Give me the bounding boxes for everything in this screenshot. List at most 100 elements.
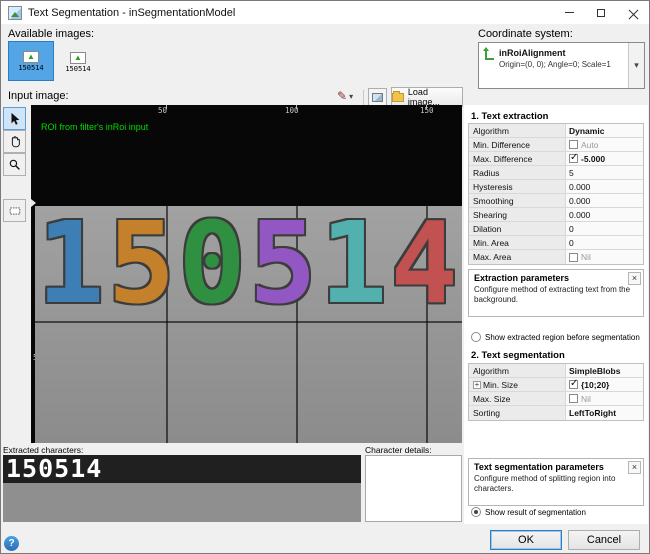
checkbox[interactable] (569, 253, 578, 262)
param-value[interactable]: {10;20} (566, 378, 643, 391)
magnifier-icon (8, 158, 22, 172)
param-name: Algorithm (469, 364, 566, 377)
param-name: Sorting (469, 406, 566, 420)
extraction-parameters-text: Configure method of extracting text from… (469, 284, 643, 307)
minimize-icon (565, 12, 574, 13)
checkbox-checked[interactable] (569, 154, 578, 163)
digit: 0 (178, 214, 245, 314)
character-details-label: Character details: (365, 445, 432, 455)
minimize-button[interactable] (553, 1, 585, 24)
radio-label: Show result of segmentation (485, 508, 586, 517)
param-row[interactable]: Min. Area 0 (469, 236, 643, 250)
input-image-label: Input image: (8, 90, 69, 102)
show-extracted-region-radio[interactable]: Show extracted region before segmentatio… (471, 332, 646, 342)
pan-tool-button[interactable] (3, 130, 26, 153)
app-icon (8, 6, 22, 20)
param-value[interactable]: Dynamic (566, 124, 643, 137)
ruler-label: 50 (158, 106, 167, 115)
param-row[interactable]: +Min. Size {10;20} (469, 378, 643, 392)
digit: 1 (37, 214, 104, 314)
param-row[interactable]: Algorithm Dynamic (469, 124, 643, 138)
hand-icon (8, 135, 22, 149)
cancel-button[interactable]: Cancel (568, 530, 640, 550)
cursor-icon (8, 112, 22, 126)
coordinate-system-select[interactable]: inRoiAlignment Origin=(0, 0); Angle=0; S… (478, 42, 645, 89)
param-name: Min. Difference (469, 138, 566, 151)
checkbox[interactable] (569, 140, 578, 149)
help-button[interactable]: ? (4, 536, 19, 551)
param-name: Shearing (469, 208, 566, 221)
param-value[interactable]: 0 (566, 222, 643, 235)
expand-icon[interactable]: + (473, 381, 481, 389)
param-row[interactable]: Max. Difference -5.000 (469, 152, 643, 166)
param-value[interactable]: 0.000 (566, 208, 643, 221)
close-panel-button[interactable]: × (628, 461, 641, 474)
param-row[interactable]: Radius 5 (469, 166, 643, 180)
extraction-parameters-box: Extraction parameters × Configure method… (468, 269, 644, 317)
param-name: Hysteresis (469, 180, 566, 193)
maximize-icon (597, 9, 605, 17)
param-value[interactable]: Nil (566, 392, 643, 405)
param-value[interactable]: 0.000 (566, 180, 643, 193)
param-row[interactable]: Shearing 0.000 (469, 208, 643, 222)
param-value[interactable]: 0 (566, 236, 643, 249)
param-value[interactable]: Auto (566, 138, 643, 151)
param-value[interactable]: 5 (566, 166, 643, 179)
param-value[interactable]: Nil (566, 250, 643, 264)
param-name: Min. Area (469, 236, 566, 249)
checkbox[interactable] (569, 394, 578, 403)
titlebar[interactable]: Text Segmentation - inSegmentationModel (1, 1, 649, 24)
ruler-label: 100 (285, 106, 299, 115)
param-row[interactable]: Algorithm SimpleBlobs (469, 364, 643, 378)
checkbox-checked[interactable] (569, 380, 578, 389)
text-segmentation-title: 2. Text segmentation (471, 350, 565, 361)
param-value[interactable]: 0.000 (566, 194, 643, 207)
roi-rectangle-tool-button[interactable] (3, 199, 26, 222)
param-value[interactable]: LeftToRight (566, 406, 643, 420)
param-name: +Min. Size (469, 378, 566, 391)
param-name: Max. Size (469, 392, 566, 405)
extracted-text: 150514 (3, 456, 102, 482)
text-extraction-table: Algorithm Dynamic Min. Difference Auto M… (468, 123, 644, 265)
param-row[interactable]: Max. Area Nil (469, 250, 643, 264)
param-row[interactable]: Smoothing 0.000 (469, 194, 643, 208)
image-digits: 1 5 0 5 1 4 (37, 206, 458, 321)
image-viewer-canvas[interactable]: 50 100 150 50 ROI from filter's inRoi in… (31, 105, 462, 443)
param-row[interactable]: Min. Difference Auto (469, 138, 643, 152)
rectangle-icon (8, 204, 22, 218)
close-panel-button[interactable]: × (628, 272, 641, 285)
zoom-tool-button[interactable] (3, 153, 26, 176)
chevron-down-icon[interactable]: ▾ (628, 43, 644, 88)
ruler-label: 150 (420, 106, 434, 115)
coordinate-system-label: Coordinate system: (478, 28, 573, 40)
image-file-icon: ▲ (23, 51, 39, 63)
radio-label: Show extracted region before segmentatio… (485, 333, 640, 342)
maximize-button[interactable] (585, 1, 617, 24)
radio-icon (471, 332, 481, 342)
param-row[interactable]: Max. Size Nil (469, 392, 643, 406)
window-title: Text Segmentation - inSegmentationModel (28, 7, 235, 19)
ok-button[interactable]: OK (490, 530, 562, 550)
dialog-window: Text Segmentation - inSegmentationModel … (0, 0, 650, 554)
show-result-radio[interactable]: Show result of segmentation (471, 507, 646, 517)
digit: 5 (108, 214, 175, 314)
chevron-down-icon: ▾ (349, 92, 353, 101)
image-file-icon: ▲ (70, 52, 86, 64)
param-row[interactable]: Sorting LeftToRight (469, 406, 643, 420)
param-value[interactable]: SimpleBlobs (566, 364, 643, 377)
draw-color-dropdown[interactable]: ✎ ▾ (337, 89, 353, 103)
param-row[interactable]: Dilation 0 (469, 222, 643, 236)
input-image[interactable]: 1 5 0 5 1 4 (35, 206, 462, 443)
param-name: Max. Area (469, 250, 566, 264)
image-thumbnail[interactable]: ▲ 150514 (57, 45, 99, 79)
param-name: Dilation (469, 222, 566, 235)
param-value[interactable]: -5.000 (566, 152, 643, 165)
radio-checked-icon (471, 507, 481, 517)
select-tool-button[interactable] (3, 107, 26, 130)
load-image-button[interactable]: Load image... (391, 87, 463, 107)
load-image-label: Load image... (408, 87, 462, 107)
image-thumbnail-selected[interactable]: ▲ 150514 (8, 41, 54, 81)
close-button[interactable] (617, 1, 649, 24)
segmentation-parameters-text: Configure method of splitting region int… (469, 473, 643, 496)
param-row[interactable]: Hysteresis 0.000 (469, 180, 643, 194)
